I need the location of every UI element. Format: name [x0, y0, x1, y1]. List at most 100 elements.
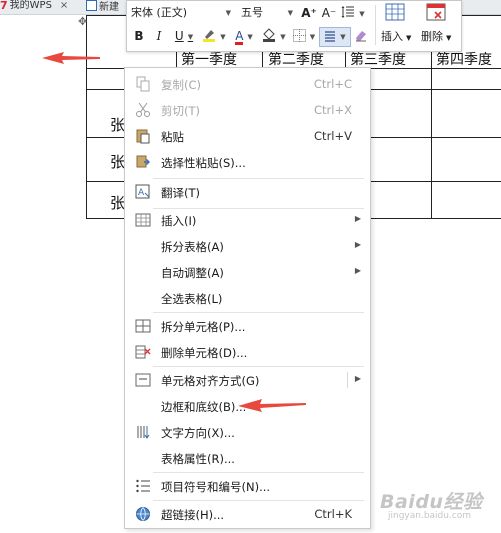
split-cells-icon — [135, 319, 151, 333]
chevron-down-icon: ▼ — [359, 10, 365, 18]
tab-my-wps-label: 我的WPS — [9, 0, 52, 11]
copy-icon — [136, 76, 150, 92]
italic-button[interactable]: I — [153, 28, 165, 44]
menu-separator — [153, 312, 364, 313]
hyperlink-globe-icon — [136, 507, 150, 521]
table-insert-icon — [135, 213, 151, 227]
svg-text:A: A — [138, 188, 145, 198]
table-border-left — [86, 15, 87, 219]
chevron-down-icon: ▼ — [187, 33, 194, 41]
table-move-handle-icon[interactable]: ✥ — [78, 16, 88, 27]
watermark-url: jingyan.baidu.com — [388, 511, 472, 521]
menu-item-table-properties[interactable]: 表格属性(R)... — [125, 446, 370, 470]
menu-item-cut[interactable]: 剪切(T) Ctrl+X — [125, 98, 370, 122]
menu-item-label: 表格属性(R)... — [161, 452, 235, 466]
underline-button[interactable]: U ▼ — [173, 28, 195, 44]
shrink-font-button[interactable]: A⁻ — [321, 5, 337, 21]
delete-menu-button[interactable]: 删除 ▼ — [421, 28, 451, 44]
shading-button[interactable]: ▼ — [261, 28, 287, 44]
menu-item-copy[interactable]: 复制(C) Ctrl+C — [125, 72, 370, 96]
wps-logo-icon: 7 — [0, 0, 8, 12]
menu-item-paste[interactable]: 粘贴 Ctrl+V — [125, 124, 370, 148]
annotation-arrow-borders — [238, 399, 306, 412]
table-header-q2[interactable]: 第二季度 — [268, 49, 324, 69]
menu-item-label: 拆分表格(A) — [161, 240, 224, 254]
menu-item-text-direction[interactable]: 文字方向(X)... — [125, 420, 370, 444]
menu-item-shortcut: Ctrl+K — [314, 507, 352, 521]
menu-item-label: 复制(C) — [161, 78, 202, 92]
paste-special-icon — [136, 155, 150, 168]
chevron-down-icon: ▼ — [309, 33, 316, 41]
font-name-select[interactable]: 宋体 (正文) ▼ — [131, 5, 235, 21]
chevron-down-icon: ▼ — [225, 9, 231, 17]
table-row-label[interactable]: 张 — [110, 114, 125, 135]
menu-item-paste-special[interactable]: 选择性粘贴(S)... — [125, 150, 370, 174]
menu-item-translate[interactable]: A 翻译(T) — [125, 180, 370, 204]
menu-separator — [153, 500, 364, 501]
menu-item-label: 自动调整(A) — [161, 266, 224, 280]
toolbar-divider — [375, 5, 376, 45]
table-row-label[interactable]: 张 — [110, 151, 125, 172]
menu-item-autofit[interactable]: 自动调整(A) ▶ — [125, 260, 370, 284]
font-size-value: 五号 — [241, 6, 263, 19]
menu-item-bullets-numbering[interactable]: 项目符号和编号(N)... — [125, 474, 370, 498]
menu-item-shortcut: Ctrl+V — [314, 129, 352, 143]
context-menu: 复制(C) Ctrl+C 剪切(T) Ctrl+X 粘贴 Ctrl+V 选择性粘… — [124, 67, 371, 529]
align-icon — [325, 31, 336, 42]
table-header-q3[interactable]: 第三季度 — [350, 49, 406, 69]
menu-item-shortcut: Ctrl+C — [313, 77, 352, 91]
bullet-list-icon — [136, 479, 150, 493]
insert-menu-button[interactable]: 插入 ▼ — [381, 28, 411, 44]
insert-label: 插入 — [381, 30, 403, 43]
watermark-brand: Baidu经验 — [380, 491, 483, 513]
menu-item-label: 超链接(H)... — [161, 508, 225, 522]
line-spacing-button[interactable]: ▼ — [341, 5, 365, 21]
tab-new-document[interactable]: 新建 — [86, 0, 126, 14]
chevron-down-icon: ▼ — [340, 33, 346, 41]
menu-item-delete-cells[interactable]: 删除单元格(D)... — [125, 340, 370, 364]
underline-label: U — [174, 29, 184, 43]
chevron-down-icon: ▼ — [247, 33, 253, 41]
delete-cells-icon — [135, 345, 151, 359]
eraser-button[interactable] — [353, 28, 369, 44]
menu-separator — [153, 178, 364, 179]
menu-item-hyperlink[interactable]: 超链接(H)... Ctrl+K — [125, 502, 370, 526]
baidu-watermark: Baidu经验 jingyan.baidu.com — [380, 487, 495, 527]
insert-table-icon — [385, 3, 405, 21]
highlight-button[interactable]: ▼ — [201, 28, 227, 44]
menu-item-label: 边框和底纹(B)... — [161, 400, 247, 414]
tab-close-icon[interactable]: × — [60, 0, 68, 11]
grow-font-button[interactable]: A⁺ — [301, 5, 317, 21]
table-header-q1[interactable]: 第一季度 — [181, 49, 237, 69]
submenu-arrow-icon: ▶ — [354, 240, 361, 249]
table-row-label[interactable]: 张 — [110, 192, 125, 213]
table-header-q4[interactable]: 第四季度 — [436, 49, 492, 69]
menu-item-split-table[interactable]: 拆分表格(A) ▶ — [125, 234, 370, 258]
menu-item-label: 粘贴 — [161, 130, 184, 144]
submenu-split-divider — [347, 372, 348, 388]
menu-item-label: 文字方向(X)... — [161, 426, 235, 440]
delete-table-icon — [426, 3, 446, 21]
scissors-icon — [136, 102, 150, 117]
align-button[interactable]: ▼ — [319, 27, 351, 47]
menu-item-label: 项目符号和编号(N)... — [161, 480, 271, 494]
tab-my-wps[interactable]: 7 我的WPS × — [0, 0, 80, 14]
chevron-down-icon: ▼ — [406, 34, 412, 42]
chevron-down-icon: ▼ — [446, 34, 452, 42]
menu-item-split-cells[interactable]: 拆分单元格(P)... — [125, 314, 370, 338]
font-size-select[interactable]: 五号 ▼ — [241, 5, 295, 21]
font-name-value: 宋体 (正文) — [131, 6, 188, 19]
menu-item-label: 翻译(T) — [161, 186, 200, 200]
tab-new-label: 新建 — [99, 2, 119, 13]
font-color-button[interactable]: A ▼ — [231, 28, 257, 45]
submenu-arrow-icon[interactable]: ▶ — [355, 374, 361, 383]
menu-item-label: 全选表格(L) — [161, 292, 223, 306]
menu-item-insert[interactable]: 插入(I) ▶ — [125, 208, 370, 232]
font-color-label: A — [235, 29, 244, 45]
chevron-down-icon: ▼ — [220, 33, 226, 41]
bold-button[interactable]: B — [133, 28, 145, 44]
borders-button[interactable]: ▼ — [291, 28, 317, 44]
menu-item-label: 删除单元格(D)... — [161, 346, 248, 360]
menu-item-select-table[interactable]: 全选表格(L) — [125, 286, 370, 310]
menu-item-cell-alignment[interactable]: 单元格对齐方式(G) ▶ — [125, 368, 370, 392]
